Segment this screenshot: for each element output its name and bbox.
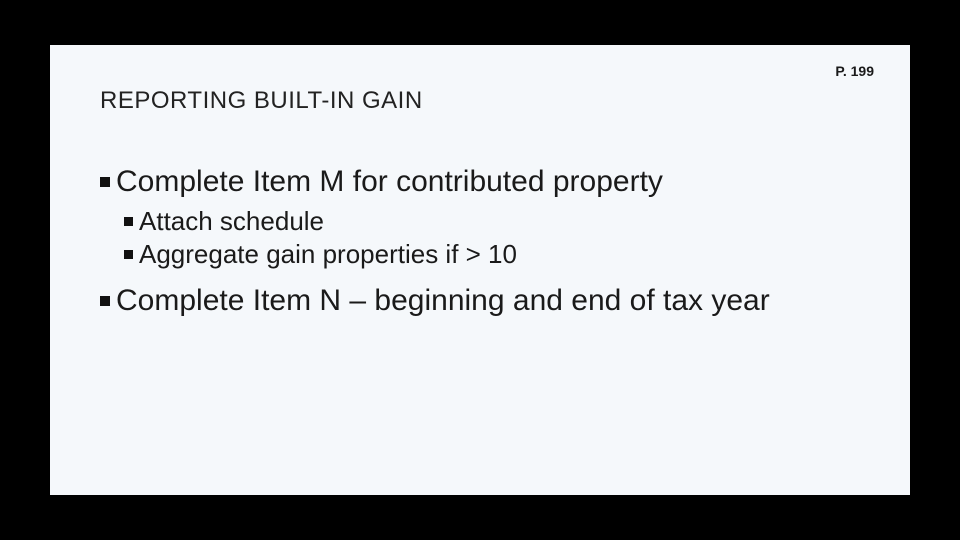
bullet-text: Complete Item M for contributed property xyxy=(116,163,870,201)
square-bullet-icon xyxy=(100,177,110,187)
bullet-text: Attach schedule xyxy=(139,205,324,239)
bullet-text: Aggregate gain properties if > 10 xyxy=(139,238,517,272)
square-bullet-icon xyxy=(124,250,133,259)
bullet-level1: Complete Item M for contributed property xyxy=(100,163,870,201)
bullet-level2: Aggregate gain properties if > 10 xyxy=(124,238,870,272)
bullet-text: Complete Item N – beginning and end of t… xyxy=(116,282,870,320)
square-bullet-icon xyxy=(124,217,133,226)
slide: P. 199 REPORTING BUILT-IN GAIN Complete … xyxy=(50,45,910,495)
bullet-level2: Attach schedule xyxy=(124,205,870,239)
square-bullet-icon xyxy=(100,296,110,306)
page-reference: P. 199 xyxy=(835,63,874,79)
slide-heading: REPORTING BUILT-IN GAIN xyxy=(100,87,870,115)
bullet-level1: Complete Item N – beginning and end of t… xyxy=(100,282,870,320)
